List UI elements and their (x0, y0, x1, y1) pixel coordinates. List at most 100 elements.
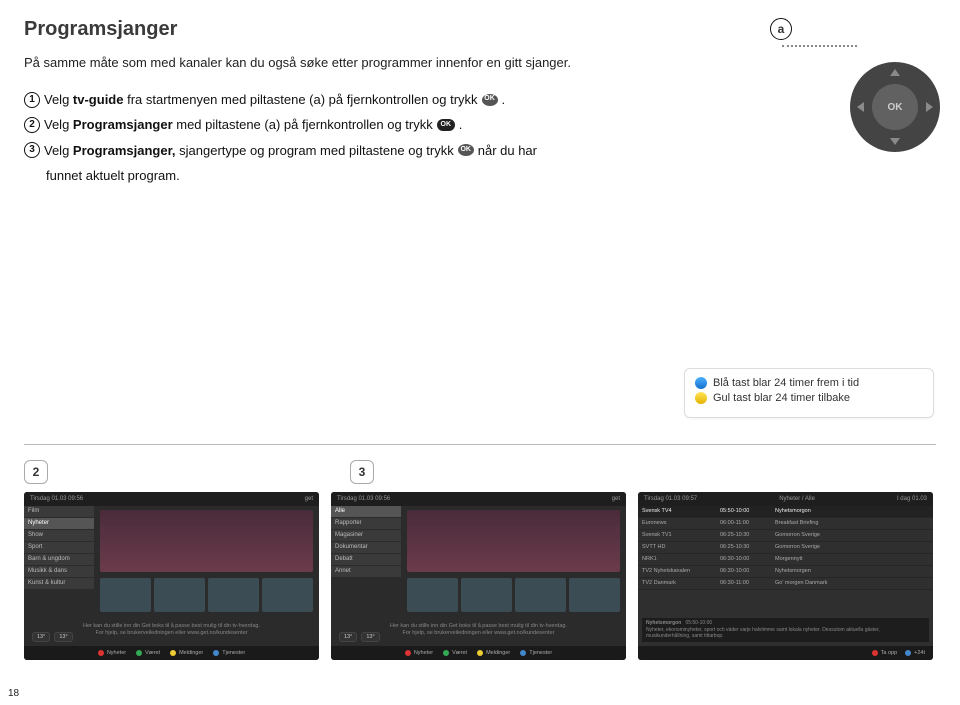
page-number: 18 (8, 688, 19, 699)
legend-blue: Blå tast blar 24 timer frem i tid (695, 377, 923, 389)
forward-chip: +24t (905, 650, 925, 656)
sidebar-item: Show (24, 530, 94, 542)
a-marker: a (770, 18, 792, 40)
subgenre-sidebar: AlleRapporterMagasinerDokumentarDebattAn… (331, 506, 401, 578)
epg-channel: TV2 Nyhetskanalen (638, 566, 716, 578)
step-after: . (459, 113, 463, 136)
sidebar-item: Nyheter (24, 518, 94, 530)
epg-program: Nyhetsmorgen (771, 566, 933, 578)
bottom-chip: Nyheter (98, 650, 126, 656)
epg-time: 06:30-10:00 (716, 554, 771, 566)
legend-yellow: Gul tast blar 24 timer tilbake (695, 392, 923, 404)
record-chip: Ta opp (872, 650, 898, 656)
step-text: Velg Programsjanger, sjangertype og prog… (44, 139, 454, 162)
sidebar-item: Alle (331, 506, 401, 518)
weather-chip: 13° (32, 632, 50, 642)
epg-program: Nyhetsmorgon (771, 506, 933, 518)
legend-box: Blå tast blar 24 timer frem i tid Gul ta… (684, 368, 934, 418)
program-description: Nyhetsmorgon 05:50-10:00 Nyheter, ekonom… (642, 618, 929, 642)
epg-program: Go' morgen Danmark (771, 578, 933, 590)
ok-icon: OK (458, 144, 474, 156)
help-text: Her kan du stille inn din Get boks til å… (34, 623, 309, 638)
step-after: når du har (478, 139, 537, 162)
promo-banner (407, 510, 620, 572)
epg-channel: Svensk TV4 (638, 506, 716, 518)
sidebar-item: Musikk & dans (24, 566, 94, 578)
arrow-left-icon (857, 102, 864, 112)
bottom-chip: Meldinger (477, 650, 510, 656)
intro-text: På samme måte som med kanaler kan du ogs… (24, 55, 936, 70)
epg-program: Breakfast Briefing (771, 518, 933, 530)
topbar: Tirsdag 01.03 09:56get (24, 492, 319, 506)
epg-channel: SVTT HD (638, 542, 716, 554)
bottom-chip: Meldinger (170, 650, 203, 656)
epg-channel: NRK1 (638, 554, 716, 566)
step-text: Velg tv-guide fra startmenyen med piltas… (44, 88, 478, 111)
topbar: Tirsdag 01.03 09:56get (331, 492, 626, 506)
sidebar-item: Debatt (331, 554, 401, 566)
epg-time: 06:30-11:00 (716, 578, 771, 590)
epg-channel: Euronews (638, 518, 716, 530)
help-text: Her kan du stille inn din Get boks til å… (341, 623, 616, 638)
screenshot-2a: Tirsdag 01.03 09:56get FilmNyheterShowSp… (24, 492, 319, 660)
bottom-chip: Været (443, 650, 467, 656)
sidebar-item: Sport (24, 542, 94, 554)
step-text: Velg Programsjanger med piltastene (a) p… (44, 113, 433, 136)
step-3-line2: funnet aktuelt program. (46, 164, 936, 187)
sidebar-item: Magasiner (331, 530, 401, 542)
screenshots-row: Tirsdag 01.03 09:56get FilmNyheterShowSp… (24, 492, 936, 660)
arrow-up-icon (890, 69, 900, 76)
bottom-chip: Nyheter (405, 650, 433, 656)
step-3: 3 Velg Programsjanger, sjangertype og pr… (24, 139, 936, 162)
epg-time: 06:00-11:00 (716, 518, 771, 530)
epg-channel: TV2 Danmark (638, 578, 716, 590)
dpad-remote: OK (850, 62, 940, 152)
sidebar-item: Annet (331, 566, 401, 578)
promo-thumbs (100, 578, 313, 612)
weather-chip: 13° (54, 632, 72, 642)
step-num-2: 2 (24, 117, 40, 133)
screenshot-2b: Tirsdag 01.03 09:56get AlleRapporterMaga… (331, 492, 626, 660)
sidebar-item: Barn & ungdom (24, 554, 94, 566)
sidebar-item: Dokumentar (331, 542, 401, 554)
bottom-chip: Tjenester (520, 650, 552, 656)
epg-channel: Svensk TV1 (638, 530, 716, 542)
epg-time: 06:30-10:00 (716, 566, 771, 578)
blue-dot-icon (695, 377, 707, 389)
yellow-dot-icon (695, 392, 707, 404)
bottombar: Nyheter Været Meldinger Tjenester (331, 646, 626, 660)
sidebar-item: Kunst & kultur (24, 578, 94, 590)
epg-time: 06:25-10:30 (716, 530, 771, 542)
genre-sidebar: FilmNyheterShowSportBarn & ungdomMusikk … (24, 506, 94, 590)
screenshot-label-3: 3 (350, 460, 374, 484)
bottom-chip: Været (136, 650, 160, 656)
weather-chip: 13° (339, 632, 357, 642)
epg-time: 06:25-10:30 (716, 542, 771, 554)
screenshot-3: Tirsdag 01.03 09:57 Nyheter / Alle I dag… (638, 492, 933, 660)
ok-icon: OK (437, 119, 455, 131)
epg-program: Morgennytt (771, 554, 933, 566)
step-num-1: 1 (24, 92, 40, 108)
weather-chips: 13° 13° (32, 632, 73, 642)
epg-program: Gomorron Sverige (771, 530, 933, 542)
divider (24, 444, 936, 445)
bottombar: NyheterVæretMeldingerTjenester (24, 646, 319, 660)
weather-chips: 13° 13° (339, 632, 380, 642)
sidebar-item: Film (24, 506, 94, 518)
arrow-down-icon (890, 138, 900, 145)
promo-banner (100, 510, 313, 572)
screenshot-label-2: 2 (24, 460, 48, 484)
weather-chip: 13° (361, 632, 379, 642)
sidebar-item: Rapporter (331, 518, 401, 530)
step-num-3: 3 (24, 142, 40, 158)
promo-thumbs (407, 578, 620, 612)
epg-time: 05:50-10:00 (716, 506, 771, 518)
step-1: 1 Velg tv-guide fra startmenyen med pilt… (24, 88, 936, 111)
epg-program: Gomorron Sverige (771, 542, 933, 554)
arrow-right-icon (926, 102, 933, 112)
steps-list: 1 Velg tv-guide fra startmenyen med pilt… (24, 88, 936, 188)
dotted-connector (782, 45, 857, 47)
step-2: 2 Velg Programsjanger med piltastene (a)… (24, 113, 936, 136)
remote-diagram: a OK (770, 18, 940, 40)
ok-button: OK (872, 84, 918, 130)
